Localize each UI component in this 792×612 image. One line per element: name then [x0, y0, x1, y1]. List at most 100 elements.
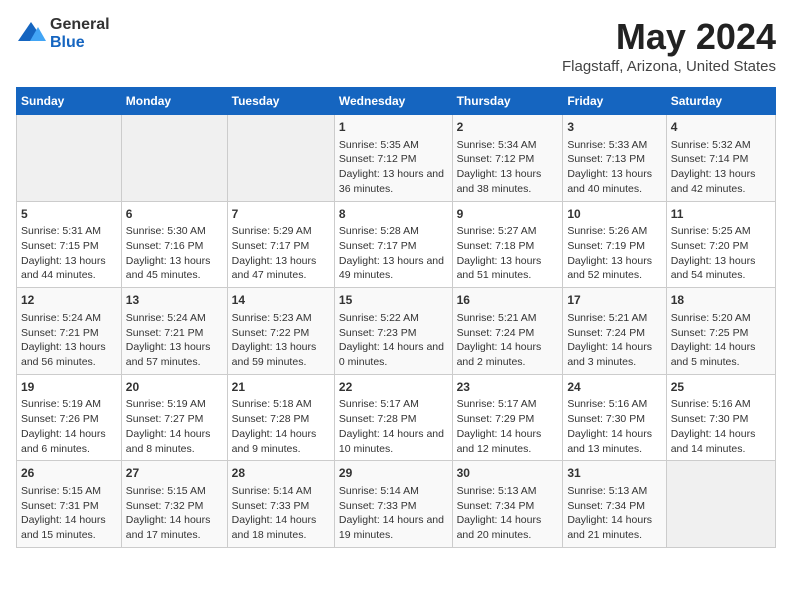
daylight-text: Daylight: 14 hours and 10 minutes.	[339, 428, 444, 455]
day-number: 16	[457, 292, 559, 309]
calendar-cell: 6 Sunrise: 5:30 AM Sunset: 7:16 PM Dayli…	[121, 201, 227, 288]
header-friday: Friday	[563, 88, 666, 115]
day-number: 8	[339, 206, 448, 223]
calendar-week-1: 5 Sunrise: 5:31 AM Sunset: 7:15 PM Dayli…	[17, 201, 776, 288]
day-number: 14	[232, 292, 330, 309]
calendar-cell: 30 Sunrise: 5:13 AM Sunset: 7:34 PM Dayl…	[452, 461, 563, 548]
day-number: 30	[457, 465, 559, 482]
day-number: 2	[457, 119, 559, 136]
calendar-cell	[17, 115, 122, 202]
sunset-text: Sunset: 7:24 PM	[457, 327, 535, 339]
calendar-cell	[227, 115, 334, 202]
sunrise-text: Sunrise: 5:21 AM	[457, 312, 537, 324]
daylight-text: Daylight: 14 hours and 8 minutes.	[126, 428, 211, 455]
day-number: 3	[567, 119, 661, 136]
header-sunday: Sunday	[17, 88, 122, 115]
calendar-cell: 26 Sunrise: 5:15 AM Sunset: 7:31 PM Dayl…	[17, 461, 122, 548]
day-number: 6	[126, 206, 223, 223]
sunset-text: Sunset: 7:34 PM	[567, 500, 645, 512]
sunset-text: Sunset: 7:26 PM	[21, 413, 99, 425]
sunrise-text: Sunrise: 5:25 AM	[671, 225, 751, 237]
daylight-text: Daylight: 13 hours and 57 minutes.	[126, 341, 211, 368]
calendar-cell: 27 Sunrise: 5:15 AM Sunset: 7:32 PM Dayl…	[121, 461, 227, 548]
day-number: 29	[339, 465, 448, 482]
sunset-text: Sunset: 7:12 PM	[339, 153, 417, 165]
day-number: 18	[671, 292, 771, 309]
daylight-text: Daylight: 14 hours and 19 minutes.	[339, 514, 444, 541]
sunrise-text: Sunrise: 5:17 AM	[457, 398, 537, 410]
sunrise-text: Sunrise: 5:16 AM	[567, 398, 647, 410]
calendar-cell: 16 Sunrise: 5:21 AM Sunset: 7:24 PM Dayl…	[452, 288, 563, 375]
calendar-week-2: 12 Sunrise: 5:24 AM Sunset: 7:21 PM Dayl…	[17, 288, 776, 375]
sunrise-text: Sunrise: 5:22 AM	[339, 312, 419, 324]
daylight-text: Daylight: 14 hours and 6 minutes.	[21, 428, 106, 455]
day-number: 17	[567, 292, 661, 309]
header-monday: Monday	[121, 88, 227, 115]
sunrise-text: Sunrise: 5:31 AM	[21, 225, 101, 237]
calendar-cell: 10 Sunrise: 5:26 AM Sunset: 7:19 PM Dayl…	[563, 201, 666, 288]
sunset-text: Sunset: 7:17 PM	[339, 240, 417, 252]
logo-general: General	[50, 16, 110, 34]
sunrise-text: Sunrise: 5:32 AM	[671, 139, 751, 151]
sunrise-text: Sunrise: 5:21 AM	[567, 312, 647, 324]
calendar-cell: 25 Sunrise: 5:16 AM Sunset: 7:30 PM Dayl…	[666, 374, 775, 461]
daylight-text: Daylight: 13 hours and 44 minutes.	[21, 255, 106, 282]
sunset-text: Sunset: 7:15 PM	[21, 240, 99, 252]
daylight-text: Daylight: 13 hours and 36 minutes.	[339, 168, 444, 195]
daylight-text: Daylight: 14 hours and 3 minutes.	[567, 341, 652, 368]
daylight-text: Daylight: 14 hours and 0 minutes.	[339, 341, 444, 368]
sunrise-text: Sunrise: 5:29 AM	[232, 225, 312, 237]
sunset-text: Sunset: 7:30 PM	[567, 413, 645, 425]
header-thursday: Thursday	[452, 88, 563, 115]
day-number: 24	[567, 379, 661, 396]
sunset-text: Sunset: 7:30 PM	[671, 413, 749, 425]
sunrise-text: Sunrise: 5:26 AM	[567, 225, 647, 237]
sunset-text: Sunset: 7:17 PM	[232, 240, 310, 252]
calendar-table: Sunday Monday Tuesday Wednesday Thursday…	[16, 87, 776, 548]
day-number: 15	[339, 292, 448, 309]
calendar-cell: 15 Sunrise: 5:22 AM Sunset: 7:23 PM Dayl…	[334, 288, 452, 375]
calendar-cell: 2 Sunrise: 5:34 AM Sunset: 7:12 PM Dayli…	[452, 115, 563, 202]
calendar-cell: 31 Sunrise: 5:13 AM Sunset: 7:34 PM Dayl…	[563, 461, 666, 548]
sunrise-text: Sunrise: 5:16 AM	[671, 398, 751, 410]
calendar-cell: 22 Sunrise: 5:17 AM Sunset: 7:28 PM Dayl…	[334, 374, 452, 461]
sunrise-text: Sunrise: 5:23 AM	[232, 312, 312, 324]
title-block: May 2024 Flagstaff, Arizona, United Stat…	[562, 16, 776, 75]
day-number: 11	[671, 206, 771, 223]
day-number: 5	[21, 206, 117, 223]
day-number: 13	[126, 292, 223, 309]
calendar-cell: 4 Sunrise: 5:32 AM Sunset: 7:14 PM Dayli…	[666, 115, 775, 202]
calendar-cell: 12 Sunrise: 5:24 AM Sunset: 7:21 PM Dayl…	[17, 288, 122, 375]
calendar-cell: 3 Sunrise: 5:33 AM Sunset: 7:13 PM Dayli…	[563, 115, 666, 202]
calendar-cell: 8 Sunrise: 5:28 AM Sunset: 7:17 PM Dayli…	[334, 201, 452, 288]
calendar-cell: 13 Sunrise: 5:24 AM Sunset: 7:21 PM Dayl…	[121, 288, 227, 375]
sunrise-text: Sunrise: 5:13 AM	[567, 485, 647, 497]
daylight-text: Daylight: 14 hours and 21 minutes.	[567, 514, 652, 541]
day-number: 23	[457, 379, 559, 396]
sunset-text: Sunset: 7:25 PM	[671, 327, 749, 339]
calendar-cell: 9 Sunrise: 5:27 AM Sunset: 7:18 PM Dayli…	[452, 201, 563, 288]
sunset-text: Sunset: 7:28 PM	[232, 413, 310, 425]
daylight-text: Daylight: 14 hours and 13 minutes.	[567, 428, 652, 455]
header-wednesday: Wednesday	[334, 88, 452, 115]
sunrise-text: Sunrise: 5:18 AM	[232, 398, 312, 410]
daylight-text: Daylight: 13 hours and 49 minutes.	[339, 255, 444, 282]
daylight-text: Daylight: 14 hours and 20 minutes.	[457, 514, 542, 541]
calendar-cell: 20 Sunrise: 5:19 AM Sunset: 7:27 PM Dayl…	[121, 374, 227, 461]
calendar-week-3: 19 Sunrise: 5:19 AM Sunset: 7:26 PM Dayl…	[17, 374, 776, 461]
sunset-text: Sunset: 7:28 PM	[339, 413, 417, 425]
calendar-cell: 29 Sunrise: 5:14 AM Sunset: 7:33 PM Dayl…	[334, 461, 452, 548]
daylight-text: Daylight: 13 hours and 42 minutes.	[671, 168, 756, 195]
sunrise-text: Sunrise: 5:15 AM	[126, 485, 206, 497]
calendar-cell: 23 Sunrise: 5:17 AM Sunset: 7:29 PM Dayl…	[452, 374, 563, 461]
sunset-text: Sunset: 7:33 PM	[232, 500, 310, 512]
sunset-text: Sunset: 7:33 PM	[339, 500, 417, 512]
sunset-text: Sunset: 7:20 PM	[671, 240, 749, 252]
calendar-cell: 1 Sunrise: 5:35 AM Sunset: 7:12 PM Dayli…	[334, 115, 452, 202]
sunset-text: Sunset: 7:12 PM	[457, 153, 535, 165]
sunset-text: Sunset: 7:29 PM	[457, 413, 535, 425]
header-tuesday: Tuesday	[227, 88, 334, 115]
day-number: 1	[339, 119, 448, 136]
day-number: 27	[126, 465, 223, 482]
sunset-text: Sunset: 7:24 PM	[567, 327, 645, 339]
